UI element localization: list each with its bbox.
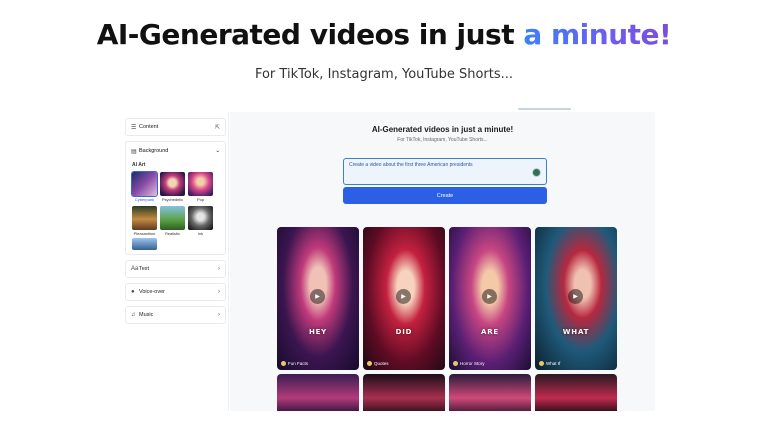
video-card-partial[interactable] <box>535 374 617 411</box>
main-panel: AI-Generated videos in just a minute! Fo… <box>230 112 655 411</box>
style-label: Realistic <box>164 231 181 236</box>
video-card-partial[interactable] <box>277 374 359 411</box>
ai-art-label: AI Art <box>132 162 146 168</box>
sidebar-item-label: Voice-over <box>139 289 165 295</box>
category-icon <box>367 361 372 366</box>
text-icon: Aa <box>131 266 139 272</box>
style-label: Pleasantism <box>133 231 156 236</box>
style-label: Psychedelic <box>161 197 184 202</box>
prompt-input[interactable]: Create a video about the first three Ame… <box>343 158 547 185</box>
style-thumb-psychedelic[interactable]: Psychedelic <box>160 172 185 202</box>
play-icon[interactable]: ▶ <box>482 289 497 304</box>
style-thumb-more[interactable] <box>132 238 157 250</box>
video-card[interactable]: ▶ HEY Fun Facts <box>277 227 359 370</box>
style-image <box>188 206 213 230</box>
style-thumb-ink[interactable]: Ink <box>188 206 213 236</box>
style-thumb-pop[interactable]: Pop <box>188 172 213 202</box>
prompt-text: Create a video about the first three Ame… <box>349 162 473 168</box>
style-grid: Cyberpunk Psychedelic Pop Pleasantism Re… <box>130 171 221 236</box>
chevron-right-icon: › <box>218 289 220 295</box>
category-tag: Horror Story <box>453 361 485 366</box>
hero-title-accent: a minute! <box>523 18 672 51</box>
category-tag: Quotes <box>367 361 389 366</box>
video-card[interactable]: ▶ DID Quotes <box>363 227 445 370</box>
video-card-partial[interactable] <box>363 374 445 411</box>
hero-title-main: AI-Generated videos in just <box>96 18 524 51</box>
play-icon[interactable]: ▶ <box>396 289 411 304</box>
main-title: AI-Generated videos in just a minute! <box>371 125 514 134</box>
style-thumb-cyberpunk[interactable]: Cyberpunk <box>131 171 158 202</box>
sidebar: ☰ Content ⇱ ▤ Background ⌄ AI Art Cyberp… <box>123 112 229 411</box>
style-label: Ink <box>197 231 204 236</box>
avatar-icon[interactable] <box>532 168 541 177</box>
caption-word: DID <box>395 328 413 336</box>
content-icon: ☰ <box>131 124 137 131</box>
sidebar-item-content[interactable]: ☰ Content ⇱ <box>125 118 226 136</box>
sidebar-item-label: Content <box>139 124 159 130</box>
category-icon <box>453 361 458 366</box>
video-card[interactable]: ▶ ARE Horror Story <box>449 227 531 370</box>
hero-divider <box>518 108 571 110</box>
caption-word: HEY <box>308 328 328 336</box>
play-icon[interactable]: ▶ <box>310 289 325 304</box>
style-label: Pop <box>196 197 205 202</box>
category-tag: Fun Facts <box>281 361 308 366</box>
style-label: Cyberpunk <box>134 197 155 202</box>
style-image <box>131 171 158 197</box>
layers-icon: ▤ <box>131 148 137 155</box>
video-card-partial[interactable] <box>449 374 531 411</box>
collapse-icon[interactable]: ⇱ <box>215 124 220 131</box>
style-thumb-realistic[interactable]: Realistic <box>160 206 185 236</box>
category-label: What If <box>546 361 561 366</box>
chevron-right-icon: › <box>218 266 220 272</box>
app-preview: ☰ Content ⇱ ▤ Background ⌄ AI Art Cyberp… <box>123 112 655 411</box>
category-icon <box>539 361 544 366</box>
music-icon: ♫ <box>131 312 136 318</box>
main-subtitle: For TikTok, Instagram, YouTube Shorts... <box>397 137 488 143</box>
category-icon <box>281 361 286 366</box>
sidebar-item-text[interactable]: Aa Text › <box>125 260 226 278</box>
sidebar-item-music[interactable]: ♫ Music › <box>125 306 226 324</box>
style-image <box>160 206 185 230</box>
chevron-right-icon: › <box>218 312 220 318</box>
microphone-icon: ● <box>131 289 135 295</box>
hero-title: AI-Generated videos in just a minute! <box>0 18 768 51</box>
sidebar-section-background: ▤ Background ⌄ AI Art Cyberpunk Psychede… <box>125 141 226 255</box>
caption-word: WHAT <box>562 328 590 336</box>
style-image <box>160 172 185 196</box>
category-tag: What If <box>539 361 560 366</box>
category-label: Horror Story <box>460 361 485 366</box>
hero-subtitle: For TikTok, Instagram, YouTube Shorts... <box>254 67 514 82</box>
sidebar-item-label: Background <box>139 148 169 154</box>
create-button[interactable]: Create <box>343 187 547 204</box>
background-header[interactable]: ▤ Background ⌄ <box>130 142 221 160</box>
video-card[interactable]: ▶ WHAT What If <box>535 227 617 370</box>
sidebar-item-label: Text <box>139 266 150 272</box>
sidebar-item-voiceover[interactable]: ● Voice-over › <box>125 283 226 301</box>
style-image <box>188 172 213 196</box>
category-label: Fun Facts <box>288 361 309 366</box>
category-label: Quotes <box>374 361 389 366</box>
style-thumb-pleasantism[interactable]: Pleasantism <box>132 206 157 236</box>
play-icon[interactable]: ▶ <box>568 289 583 304</box>
style-image <box>132 206 157 230</box>
sidebar-item-label: Music <box>139 312 154 318</box>
chevron-down-icon: ⌄ <box>215 148 220 154</box>
caption-word: ARE <box>481 328 499 336</box>
